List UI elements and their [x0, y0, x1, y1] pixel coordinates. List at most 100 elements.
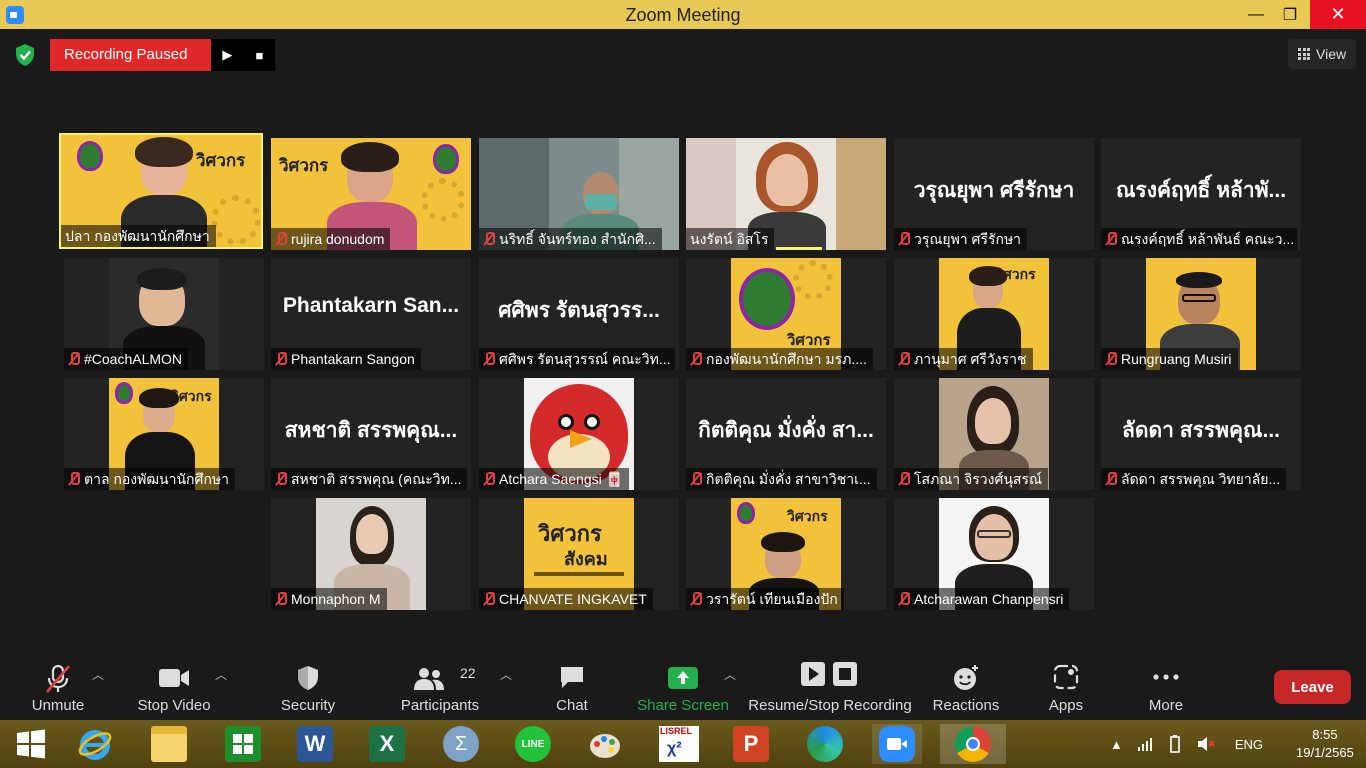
participant-name: Monnaphon M: [271, 588, 387, 610]
meeting-area: Recording Paused ▶ ■ View วิศวกร ปลา กอง…: [0, 29, 1366, 656]
taskbar-edge[interactable]: [800, 724, 850, 764]
participant-tile[interactable]: วิศวกร ภานุมาศ ศรีวังราช: [894, 258, 1094, 370]
shield-check-icon[interactable]: [14, 43, 36, 67]
participant-tile[interactable]: สหชาติ สรรพคุณ... สหชาติ สรรพคุณ (คณะวิท…: [271, 378, 471, 490]
participant-name-large: Phantakarn San...: [282, 294, 460, 317]
participant-tile[interactable]: Monnaphon M: [271, 498, 471, 610]
apps-button[interactable]: Apps: [1036, 656, 1096, 720]
maximize-button[interactable]: ❐: [1270, 0, 1310, 29]
taskbar-chrome[interactable]: [940, 724, 1006, 764]
participant-tile[interactable]: Rungruang Musiri: [1101, 258, 1301, 370]
taskbar-excel[interactable]: X: [362, 724, 412, 764]
taskbar-powerpoint[interactable]: P: [726, 724, 776, 764]
share-screen-icon: [668, 667, 698, 689]
participant-tile[interactable]: โสภณา จิรวงศ์นุสรณ์: [894, 378, 1094, 490]
taskbar-line[interactable]: LINE: [508, 724, 558, 764]
participant-name-large: ศศิพร รัตนสุวรร...: [498, 299, 660, 322]
participant-tile[interactable]: #CoachALMON: [64, 258, 264, 370]
input-language[interactable]: ENG: [1235, 737, 1263, 752]
security-label: Security: [280, 697, 336, 714]
participant-name: ณรงค์ฤทธิ์ หล้าพันธ์ คณะว...: [1101, 228, 1297, 250]
window-title: Zoom Meeting: [625, 5, 741, 25]
participant-name: วรุณยุพา ศรีรักษา: [894, 228, 1028, 250]
taskbar-paint[interactable]: [580, 724, 630, 764]
battery-icon[interactable]: [1167, 735, 1183, 753]
participants-label: Participants: [400, 697, 480, 714]
zoom-icon: [879, 726, 915, 762]
resume-stop-recording-button[interactable]: Resume/Stop Recording: [746, 656, 914, 720]
share-options-caret[interactable]: ︿: [724, 666, 736, 683]
participant-name-large: ลัดดา สรรพคุณ...: [1121, 419, 1281, 442]
participant-tile[interactable]: ณรงค์ฤทธิ์ หล้าพั... ณรงค์ฤทธิ์ หล้าพันธ…: [1101, 138, 1301, 250]
participant-tile[interactable]: ลัดดา สรรพคุณ... ลัดดา สรรพคุณ วิทยาลัย.…: [1101, 378, 1301, 490]
muted-microphone-icon: [46, 664, 70, 693]
resume-recording-button[interactable]: ▶: [211, 39, 244, 71]
taskbar-lisrel[interactable]: LISREL χ²: [654, 724, 704, 764]
muted-mic-icon: [483, 232, 495, 246]
participant-name-large: กิตติคุณ มั่งคั่ง สา...: [698, 419, 874, 442]
more-button[interactable]: More: [1136, 656, 1196, 720]
folder-icon: [151, 726, 187, 762]
reactions-button[interactable]: Reactions: [928, 656, 1004, 720]
internet-explorer-icon: [78, 730, 112, 760]
volume-muted-icon[interactable]: [1197, 736, 1215, 752]
share-screen-button[interactable]: Share Screen: [634, 656, 732, 720]
participant-tile[interactable]: นงรัตน์ อิสโร: [686, 138, 886, 250]
participant-tile[interactable]: วิศวกร ตาล กองพัฒนานักศึกษา: [64, 378, 264, 490]
view-button[interactable]: View: [1288, 39, 1357, 69]
participant-tile[interactable]: Atcharawan Chanpensri: [894, 498, 1094, 610]
participant-tile[interactable]: วิศวกร วรารัตน์ เทียนเมืองปัก: [686, 498, 886, 610]
participant-tile[interactable]: Atchara Saengsi 🀄: [479, 378, 679, 490]
muted-mic-icon: [275, 352, 287, 366]
security-button[interactable]: Security: [270, 656, 346, 720]
participant-name-large: ณรงค์ฤทธิ์ หล้าพั...: [1115, 179, 1287, 202]
participant-name: ภานุมาศ ศรีวังราช: [894, 348, 1033, 370]
participant-name: สหชาติ สรรพคุณ (คณะวิท...: [271, 468, 467, 490]
participant-tile[interactable]: วรุณยุพา ศรีรักษา วรุณยุพา ศรีรักษา: [894, 138, 1094, 250]
unmute-button[interactable]: Unmute: [20, 656, 96, 720]
muted-mic-icon: [690, 352, 702, 366]
participants-button[interactable]: 22 Participants: [396, 656, 484, 720]
taskbar-math[interactable]: Σ: [436, 724, 486, 764]
participant-name: ลัดดา สรรพคุณ วิทยาลัย...: [1101, 468, 1287, 490]
participant-name: นริทธิ์ จันทร์ทอง สำนักศิ...: [479, 228, 662, 250]
security-shield-icon: [298, 666, 318, 690]
participants-icon: [414, 668, 445, 690]
participant-tile[interactable]: วิศวกร ปลา กองพัฒนานักศึกษา: [59, 133, 263, 249]
recording-status-label: Recording Paused: [50, 39, 212, 71]
muted-mic-icon: [483, 352, 495, 366]
participant-name: กองพัฒนานักศึกษา มรภ....: [686, 348, 873, 370]
taskbar-word[interactable]: W: [290, 724, 340, 764]
participant-name: Atchara Saengsi 🀄: [479, 468, 630, 490]
muted-mic-icon: [68, 352, 80, 366]
muted-mic-icon: [483, 592, 495, 606]
participant-tile[interactable]: วิศวกร สังคม CHANVATE INGKAVET: [479, 498, 679, 610]
start-button[interactable]: [6, 724, 56, 764]
participant-name: กิตติคุณ มั่งคั่ง สาขาวิชาเ...: [686, 468, 877, 490]
clock[interactable]: 8:55 19/1/2565: [1296, 720, 1354, 768]
participant-tile[interactable]: วิศวกร rujira donudom: [271, 138, 471, 250]
participant-tile[interactable]: กิตติคุณ มั่งคั่ง สา... กิตติคุณ มั่งคั่…: [686, 378, 886, 490]
audio-options-caret[interactable]: ︿: [92, 666, 104, 683]
clock-time: 8:55: [1312, 727, 1338, 742]
muted-mic-icon: [898, 592, 910, 606]
taskbar-file-explorer[interactable]: [144, 724, 194, 764]
participant-tile[interactable]: นริทธิ์ จันทร์ทอง สำนักศิ...: [479, 138, 679, 250]
taskbar-store[interactable]: [218, 724, 268, 764]
participant-name: ศศิพร รัตนสุวรรณ์ คณะวิท...: [479, 348, 675, 370]
chat-button[interactable]: Chat: [540, 656, 604, 720]
tray-expand-icon[interactable]: ▲: [1110, 737, 1123, 752]
participant-tile[interactable]: ศศิพร รัตนสุวรร... ศศิพร รัตนสุวรรณ์ คณะ…: [479, 258, 679, 370]
taskbar-zoom[interactable]: [872, 724, 922, 764]
participant-tile[interactable]: Phantakarn San... Phantakarn Sangon: [271, 258, 471, 370]
leave-button[interactable]: Leave: [1274, 670, 1351, 704]
stop-video-button[interactable]: Stop Video: [132, 656, 216, 720]
video-options-caret[interactable]: ︿: [215, 666, 227, 683]
taskbar-ie[interactable]: [70, 724, 120, 764]
close-button[interactable]: ✕: [1310, 0, 1366, 29]
network-signal-icon[interactable]: [1137, 737, 1153, 751]
participant-name: #CoachALMON: [64, 348, 189, 370]
stop-recording-button[interactable]: ■: [243, 39, 276, 71]
participants-options-caret[interactable]: ︿: [500, 666, 512, 683]
participant-tile[interactable]: วิศวกร กองพัฒนานักศึกษา มรภ....: [686, 258, 886, 370]
